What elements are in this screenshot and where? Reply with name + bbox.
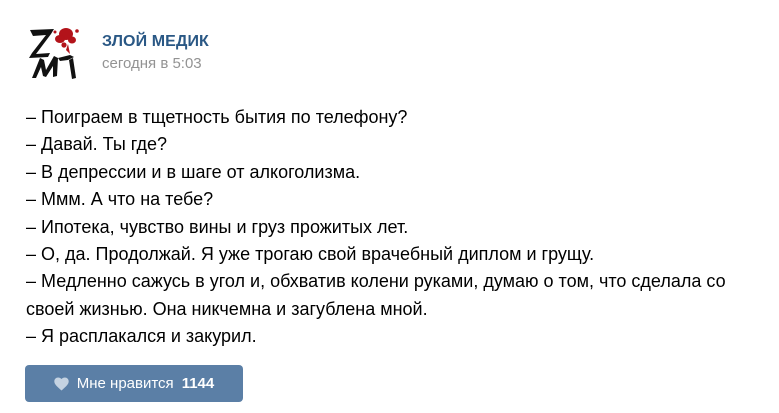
post-meta: ЗЛОЙ МЕДИК сегодня в 5:03 [102, 32, 209, 74]
post-text-line: – Ммм. А что на тебе? [26, 189, 214, 210]
post-text-line: – О, да. Продолжай. Я уже трогаю свой вр… [26, 244, 595, 265]
like-label: Мне нравится [76, 374, 174, 392]
author-link[interactable]: ЗЛОЙ МЕДИК [102, 32, 209, 52]
like-button[interactable]: Мне нравится 1144 [25, 365, 243, 402]
post-text-line: своей жизнью. Она никчемна и загублена м… [26, 298, 428, 319]
post-text-line: – В депрессии и в шаге от алкоголизма. [26, 161, 361, 182]
zm-logo-icon[interactable] [24, 20, 88, 84]
post-text-line: – Я расплакался и закурил. [26, 326, 257, 347]
heart-icon [54, 377, 69, 391]
post-date[interactable]: сегодня в 5:03 [102, 54, 209, 74]
post-text-line: – Ипотека, чувство вины и груз прожитых … [26, 216, 409, 237]
post-header: ЗЛОЙ МЕДИК сегодня в 5:03 [24, 20, 209, 84]
post-text-line: – Медленно сажусь в угол и, обхватив кол… [26, 271, 726, 292]
post-text-line: – Давай. Ты где? [26, 134, 168, 155]
post-text: – Поиграем в тщетность бытия по телефону… [26, 104, 746, 351]
wall-post: ЗЛОЙ МЕДИК сегодня в 5:03 – Поиграем в т… [0, 0, 779, 413]
like-count: 1144 [181, 374, 215, 392]
post-text-line: – Поиграем в тщетность бытия по телефону… [26, 107, 408, 127]
